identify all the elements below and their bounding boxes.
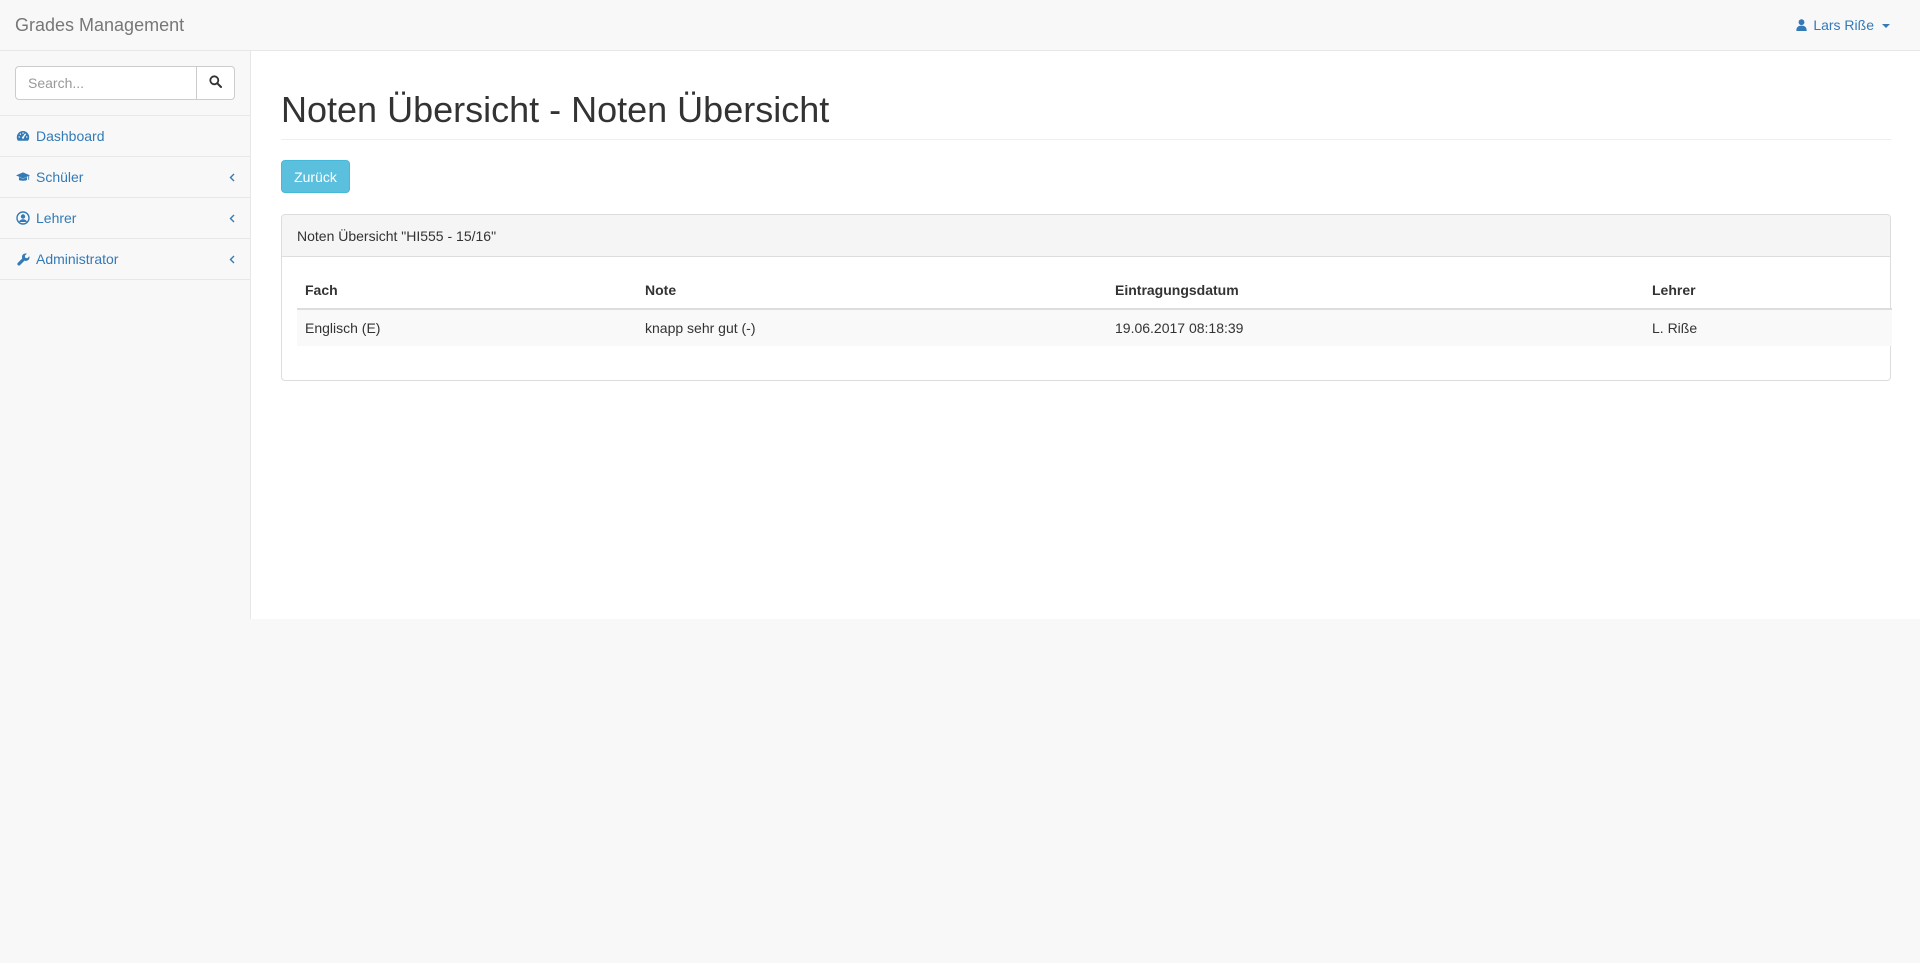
- sidebar-item-label: Dashboard: [36, 128, 105, 144]
- sidebar-item-administrator[interactable]: Administrator: [0, 239, 250, 280]
- search-icon: [209, 75, 222, 91]
- grades-panel: Noten Übersicht "HI555 - 15/16" Fach Not…: [281, 214, 1892, 381]
- page-title: Noten Übersicht - Noten Übersicht: [281, 90, 1891, 140]
- sidebar-item-lehrer[interactable]: Lehrer: [0, 198, 250, 239]
- wrench-icon: [16, 252, 30, 266]
- column-header-eintragungsdatum: Eintragungsdatum: [1107, 272, 1644, 310]
- user-name: Lars Riße: [1813, 17, 1874, 33]
- cell-eintragungsdatum: 19.06.2017 08:18:39: [1107, 308, 1644, 346]
- sidebar-item-label: Administrator: [36, 251, 119, 267]
- chevron-left-icon: [229, 169, 235, 185]
- user-circle-icon: [16, 211, 30, 225]
- cell-fach: Englisch (E): [297, 308, 637, 346]
- panel-body: Fach Note Eintragungsdatum Lehrer Englis…: [282, 257, 1892, 361]
- grades-table: Fach Note Eintragungsdatum Lehrer Englis…: [297, 272, 1892, 346]
- search-button[interactable]: [197, 66, 235, 100]
- chevron-left-icon: [229, 251, 235, 267]
- column-header-fach: Fach: [297, 272, 637, 310]
- page-wrapper: Noten Übersicht - Noten Übersicht Zurück…: [251, 51, 1920, 619]
- top-navbar: Grades Management Lars Riße: [0, 0, 1920, 51]
- sidebar-item-label: Lehrer: [36, 210, 77, 226]
- column-header-note: Note: [637, 272, 1107, 310]
- graduation-cap-icon: [16, 170, 30, 184]
- user-dropdown[interactable]: Lars Riße: [1796, 15, 1890, 35]
- cell-note: knapp sehr gut (-): [637, 308, 1107, 346]
- sidebar-item-label: Schüler: [36, 169, 84, 185]
- sidebar-item-dashboard[interactable]: Dashboard: [0, 116, 250, 157]
- column-header-lehrer: Lehrer: [1644, 272, 1892, 310]
- panel-heading: Noten Übersicht "HI555 - 15/16": [282, 215, 1890, 257]
- dashboard-icon: [16, 129, 30, 143]
- sidebar: Dashboard Schüler Lehrer Administrator: [0, 51, 251, 619]
- brand-title[interactable]: Grades Management: [15, 15, 184, 35]
- chevron-left-icon: [229, 210, 235, 226]
- search-input[interactable]: [15, 66, 197, 100]
- user-icon: [1796, 19, 1808, 31]
- table-header-row: Fach Note Eintragungsdatum Lehrer: [297, 272, 1892, 310]
- sidebar-item-schueler[interactable]: Schüler: [0, 157, 250, 198]
- back-button[interactable]: Zurück: [281, 160, 350, 193]
- table-row: Englisch (E) knapp sehr gut (-) 19.06.20…: [297, 308, 1892, 346]
- caret-down-icon: [1882, 24, 1890, 28]
- cell-lehrer: L. Riße: [1644, 308, 1892, 346]
- sidebar-search: [0, 51, 250, 116]
